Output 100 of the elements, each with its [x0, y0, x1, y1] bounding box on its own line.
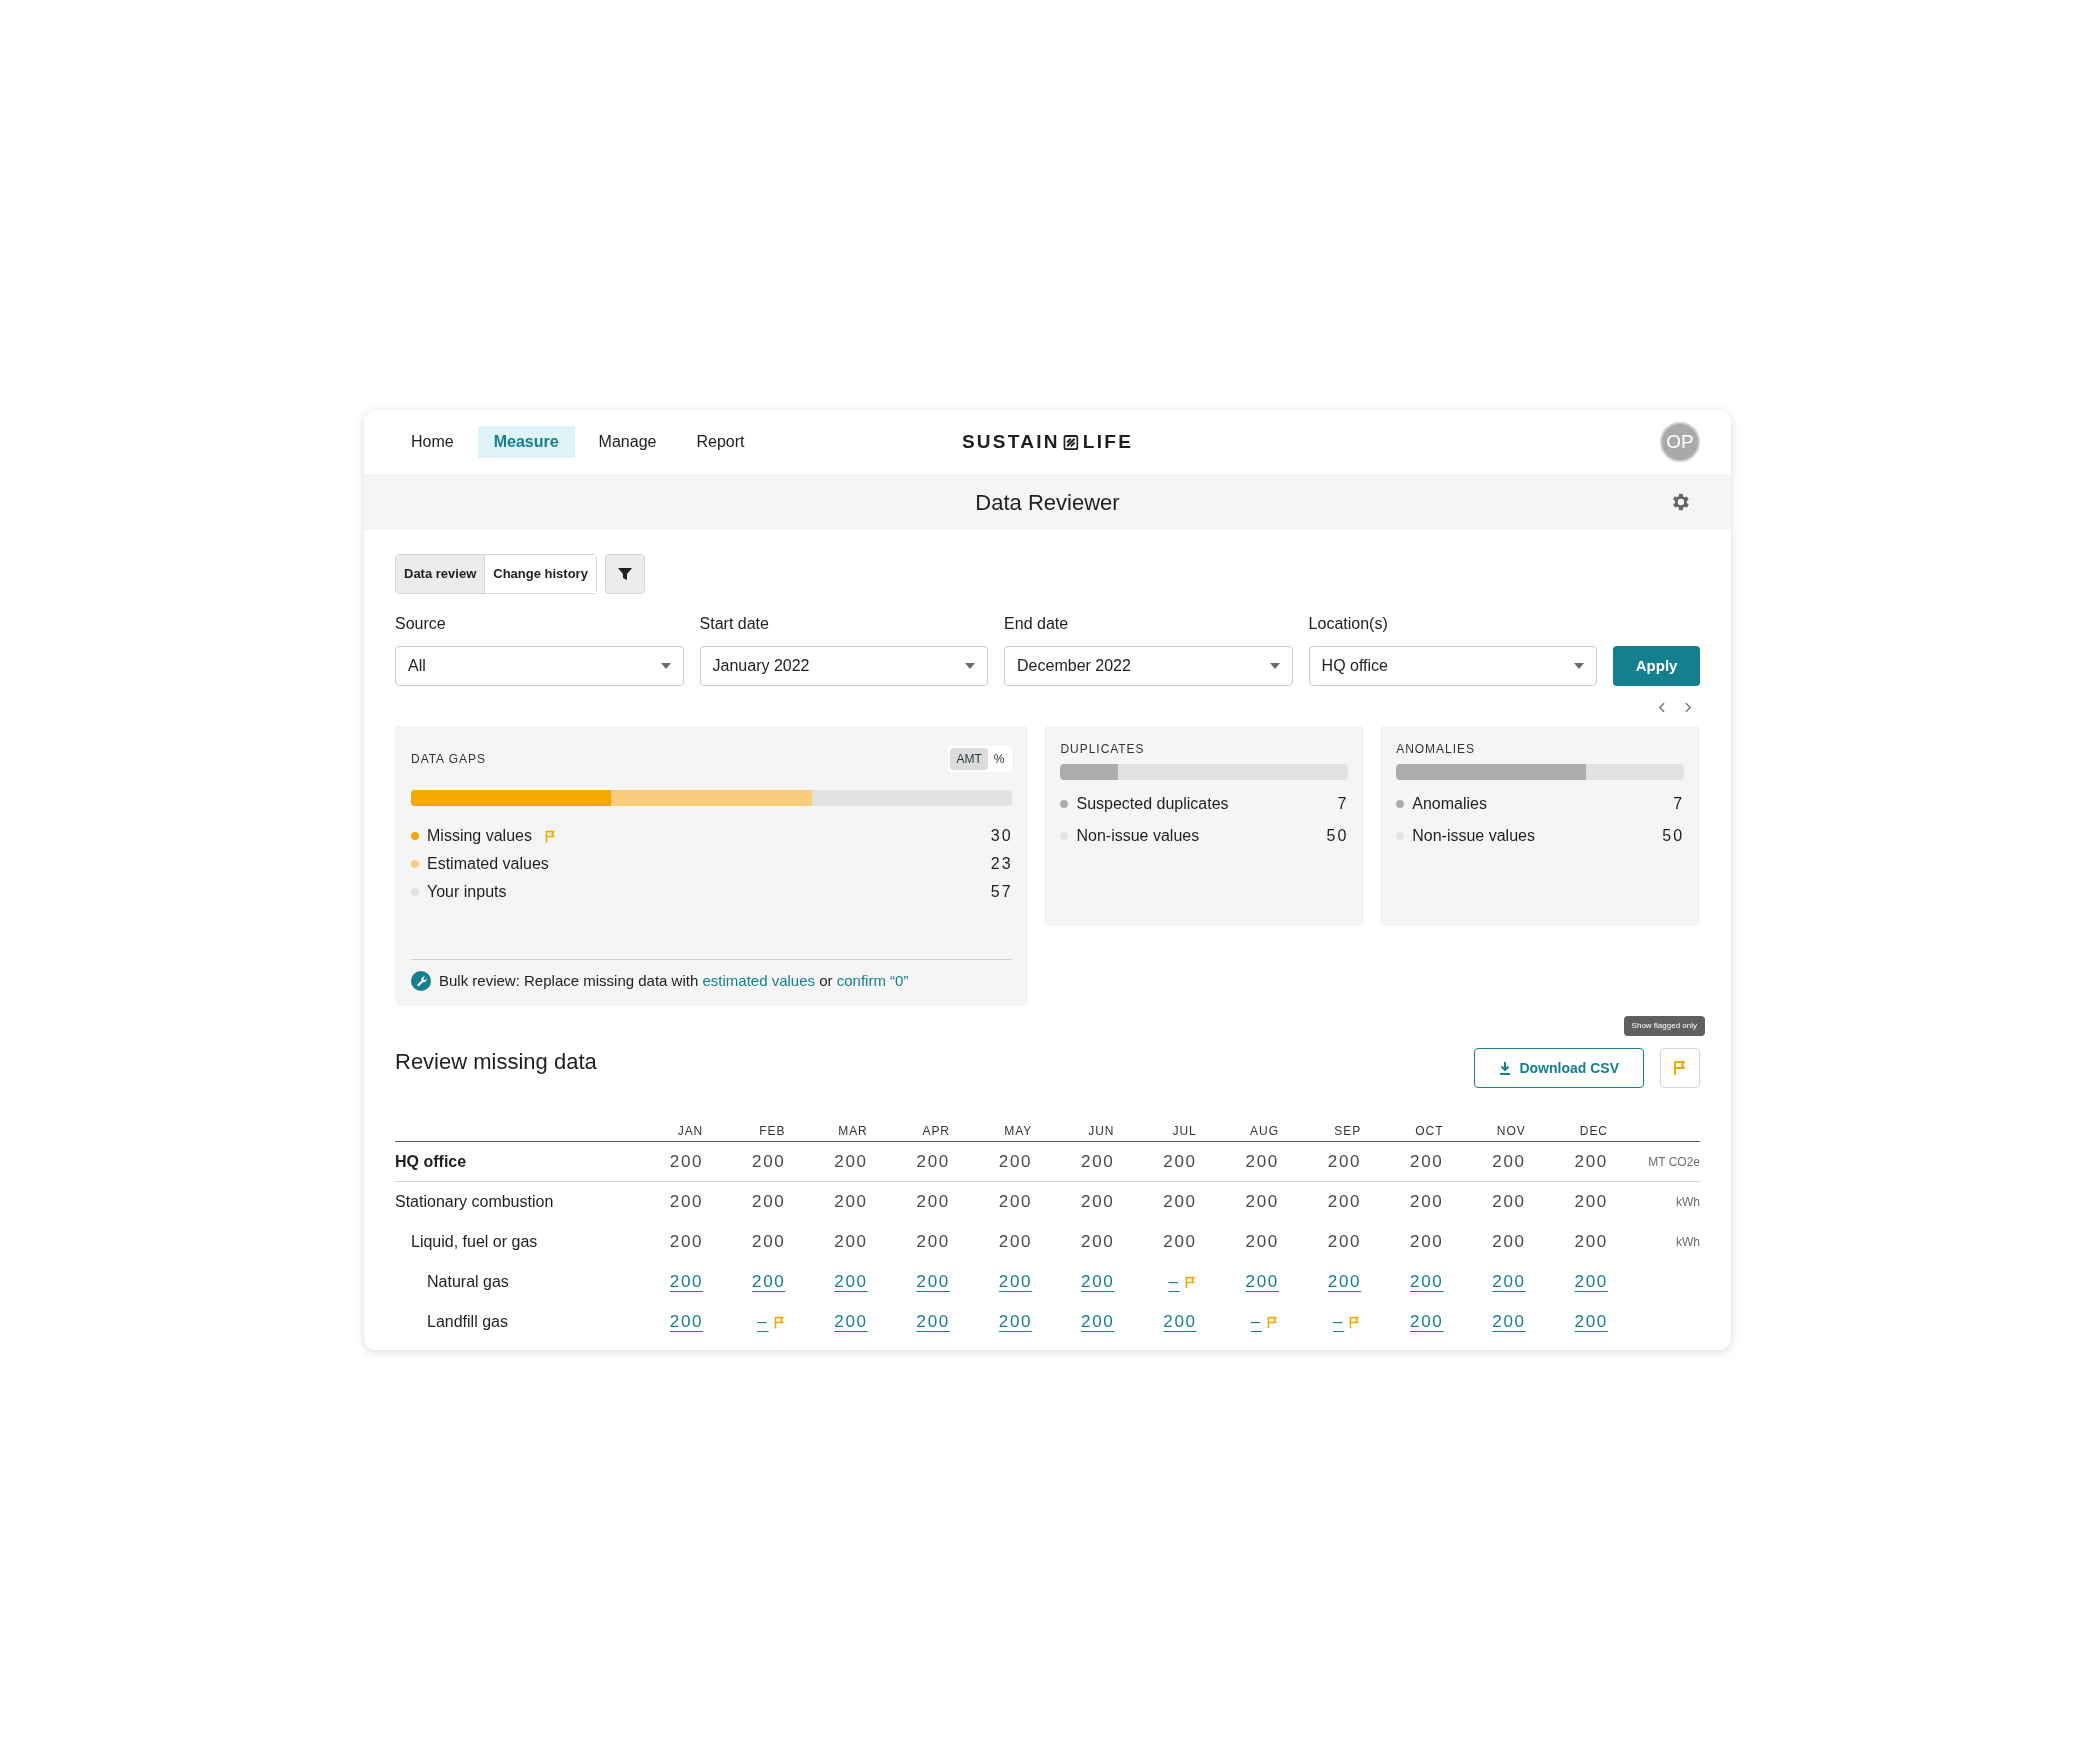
legend-value: 50: [1662, 826, 1684, 846]
table-cell-text: 200: [834, 1231, 868, 1254]
dropdown-field[interactable]: HQ office: [1308, 646, 1598, 686]
value-link[interactable]: 200: [834, 1309, 868, 1335]
unit-label: MT CO2e: [1647, 1153, 1700, 1171]
table-cell-text: 200: [916, 1150, 950, 1173]
legend-label: Suspected duplicates: [1076, 794, 1229, 814]
field-label: Start date: [699, 614, 770, 634]
legend-label: Your inputs: [427, 882, 507, 902]
value-link[interactable]: 200: [916, 1309, 950, 1335]
value-link[interactable]: –: [757, 1309, 769, 1335]
field-label: Location(s): [1308, 614, 1389, 634]
value-link[interactable]: 200: [1163, 1309, 1197, 1335]
value-link[interactable]: 200: [1574, 1269, 1608, 1295]
card-title: ANOMALIES: [1396, 741, 1476, 758]
row-label: Liquid, fuel or gas: [410, 1232, 539, 1252]
download-icon: [1499, 1061, 1512, 1075]
view-tab[interactable]: Change history: [484, 555, 596, 593]
table-cell-text: 200: [1163, 1191, 1197, 1214]
caret-icon: [965, 663, 976, 669]
tooltip: Show flagged only: [1623, 1016, 1705, 1036]
flag-icon: [543, 829, 557, 843]
table-cell-text: 200: [1574, 1150, 1608, 1173]
nav-tab[interactable]: Measure: [477, 426, 575, 458]
table-cell-text: 200: [1245, 1191, 1279, 1214]
column-header: MAY: [1003, 1122, 1034, 1140]
value-link[interactable]: 200: [752, 1269, 786, 1295]
table-cell-text: 200: [1410, 1150, 1444, 1173]
estimated-values-link[interactable]: estimated values: [702, 971, 815, 989]
caret-icon: [1574, 663, 1585, 669]
column-header: APR: [921, 1122, 951, 1140]
value-link[interactable]: 200: [916, 1269, 950, 1295]
view-tab[interactable]: Data review: [396, 555, 485, 593]
legend-value: 50: [1326, 826, 1349, 846]
toggle-option[interactable]: AMT: [950, 748, 988, 770]
value-link[interactable]: 200: [998, 1269, 1033, 1295]
table-cell-text: 200: [916, 1231, 950, 1254]
card-title: DUPLICATES: [1060, 741, 1146, 758]
dropdown-field[interactable]: December 2022: [1004, 646, 1293, 686]
filter-button[interactable]: [604, 554, 645, 594]
column-header: SEP: [1333, 1122, 1363, 1140]
value-link[interactable]: 200: [1410, 1269, 1444, 1295]
flag-icon: [772, 1315, 786, 1329]
table-cell-text: 200: [1492, 1191, 1526, 1214]
flag-icon: [1183, 1275, 1197, 1289]
value-link[interactable]: 200: [1492, 1309, 1526, 1335]
nav-tab[interactable]: Home: [395, 426, 470, 458]
value-link[interactable]: 200: [1081, 1269, 1115, 1295]
download-csv-button[interactable]: Download CSV: [1474, 1048, 1644, 1088]
chevron-left-icon[interactable]: [1658, 702, 1665, 713]
value-link[interactable]: –: [1250, 1309, 1262, 1335]
field-label: Source: [395, 614, 447, 634]
table-cell-text: 200: [1492, 1231, 1526, 1254]
value-link[interactable]: 200: [669, 1309, 704, 1335]
row-label: Stationary combustion: [395, 1192, 555, 1212]
card-title: DATA GAPS: [411, 751, 486, 768]
flag-icon: [1672, 1060, 1688, 1076]
value-link[interactable]: 200: [1081, 1309, 1115, 1335]
apply-button[interactable]: Apply: [1613, 646, 1700, 686]
flag-icon: [1266, 1315, 1279, 1329]
caret-icon: [660, 663, 671, 669]
table-cell-text: 200: [1327, 1191, 1362, 1214]
table-cell-text: 200: [834, 1150, 868, 1173]
legend-value: 57: [990, 882, 1013, 902]
table-cell-text: 200: [1492, 1150, 1526, 1173]
page-title: Data Reviewer: [975, 488, 1120, 517]
toggle-option[interactable]: %: [987, 748, 1011, 770]
row-label: Landfill gas: [426, 1312, 509, 1332]
dropdown-field[interactable]: All: [395, 646, 684, 686]
nav-tab[interactable]: Manage: [582, 426, 673, 458]
value-link[interactable]: –: [1168, 1269, 1180, 1295]
table-cell-text: 200: [1327, 1150, 1362, 1173]
legend-label: Estimated values: [427, 854, 549, 874]
value-link[interactable]: 200: [834, 1269, 868, 1295]
logo-text: SUSTAIN: [961, 429, 1060, 454]
value-link[interactable]: 200: [1327, 1269, 1362, 1295]
value-link[interactable]: 200: [1245, 1269, 1279, 1295]
value-link[interactable]: 200: [669, 1269, 704, 1295]
value-link[interactable]: 200: [1492, 1269, 1526, 1295]
unit-label: kWh: [1675, 1194, 1700, 1211]
logo-text: LIFE: [1082, 429, 1134, 454]
value-link[interactable]: –: [1333, 1309, 1345, 1335]
table-cell-text: 200: [1410, 1231, 1444, 1254]
table-cell-text: 200: [1245, 1231, 1279, 1254]
value-link[interactable]: 200: [1574, 1309, 1608, 1335]
table-cell-text: 200: [998, 1191, 1033, 1214]
table-cell-text: 200: [1163, 1150, 1197, 1173]
field-label: End date: [1004, 614, 1070, 634]
value-link[interactable]: 200: [998, 1309, 1033, 1335]
chevron-right-icon[interactable]: [1685, 702, 1692, 713]
legend-value: 7: [1337, 794, 1349, 814]
bulk-review-text: Bulk review: Replace missing data with estimated values or confirm “0”: [439, 970, 909, 991]
caret-icon: [1269, 663, 1280, 669]
nav-tab[interactable]: Report: [680, 426, 761, 458]
value-link[interactable]: 200: [1410, 1309, 1444, 1335]
table-cell-text: 200: [834, 1191, 868, 1214]
table-cell-text: 200: [1327, 1231, 1362, 1254]
confirm-zero-link[interactable]: confirm “0”: [836, 971, 909, 989]
dropdown-field[interactable]: January 2022: [699, 646, 989, 686]
table-cell-text: 200: [998, 1150, 1033, 1173]
